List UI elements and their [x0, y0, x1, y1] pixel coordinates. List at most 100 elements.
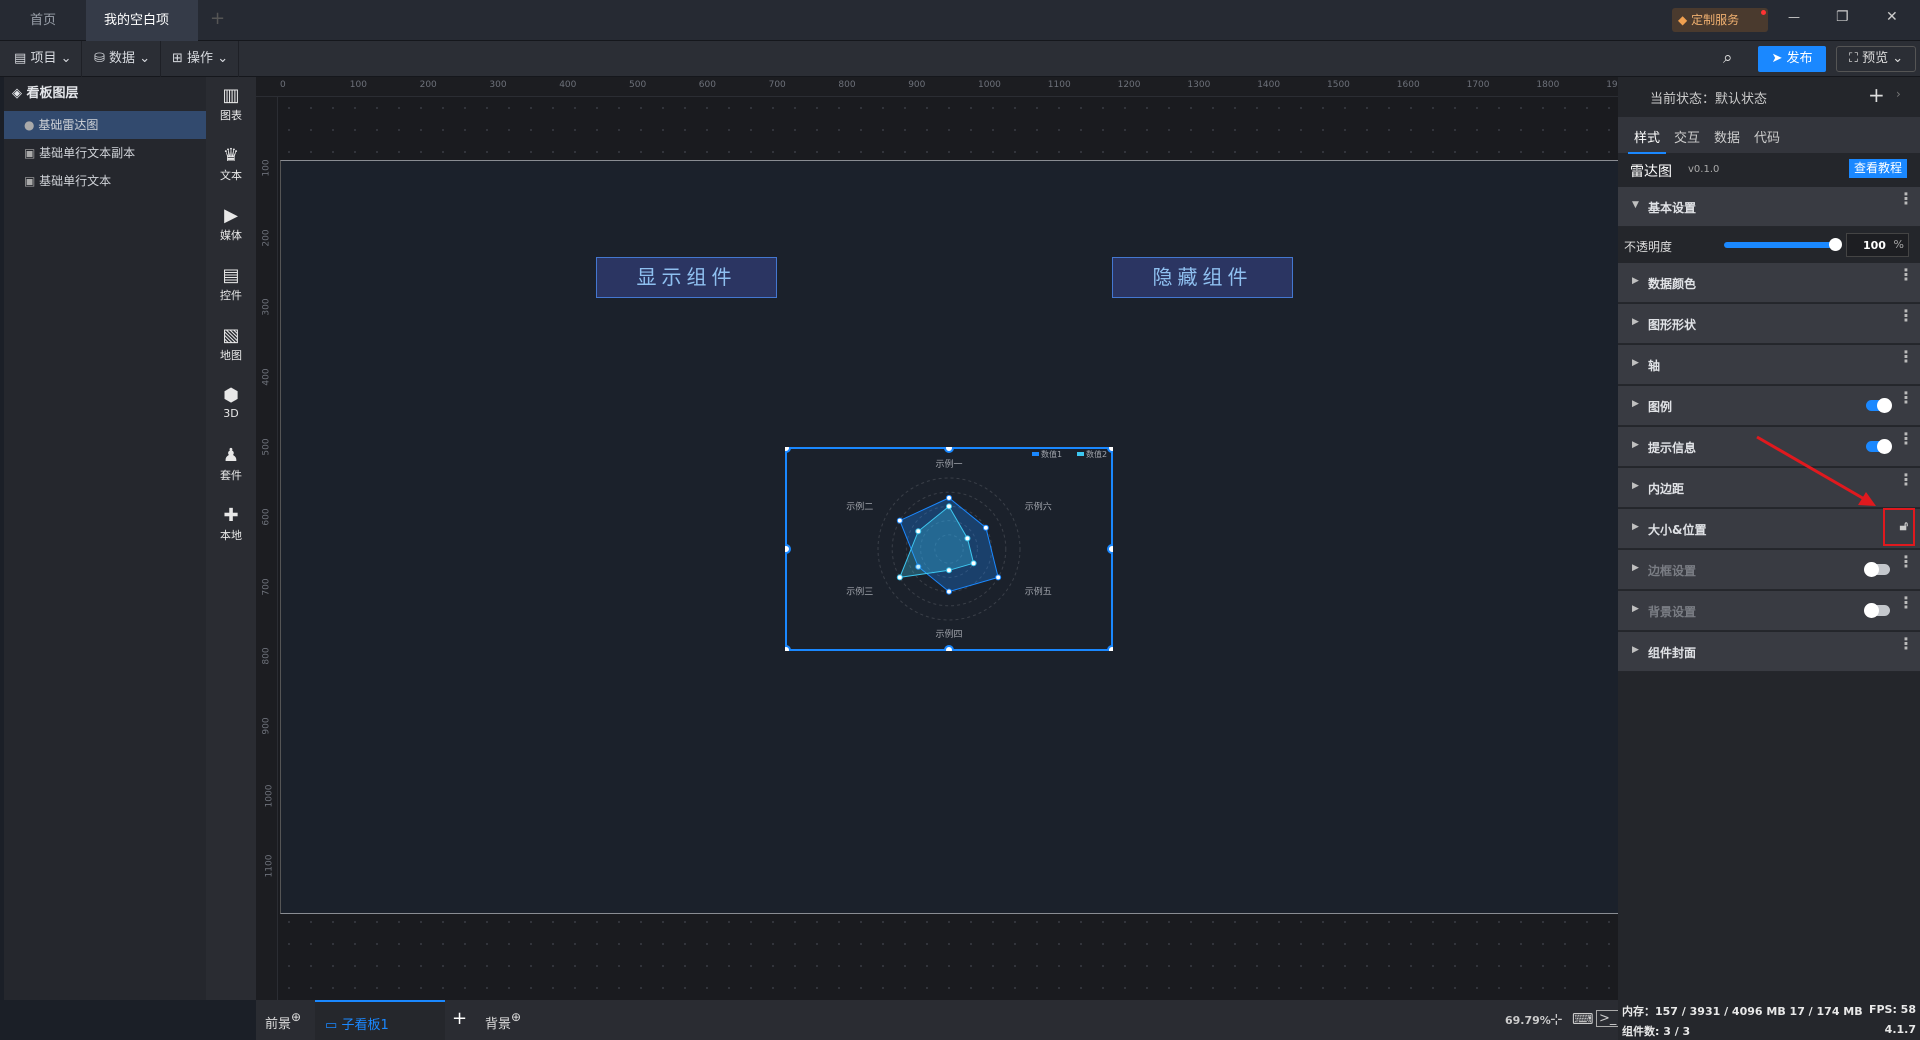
radar-data-point[interactable] — [995, 574, 1002, 581]
legend-label[interactable]: 数值1 — [1041, 449, 1062, 459]
more-icon[interactable]: ⋮ — [1898, 267, 1914, 283]
more-icon[interactable]: ⋮ — [1898, 431, 1914, 447]
resize-handle[interactable] — [785, 447, 791, 453]
component-category-2[interactable]: ▶ 媒体 — [206, 197, 256, 257]
component-category-5[interactable]: ⬢ 3D — [206, 377, 256, 437]
section-label: 提示信息 — [1648, 441, 1697, 455]
tab-project[interactable]: 我的空白项目X — [86, 0, 198, 69]
panel-tab[interactable]: 数据 — [1714, 127, 1740, 146]
layer-label: 基础雷达图 — [38, 118, 99, 132]
resize-handle[interactable] — [1107, 447, 1113, 453]
radar-data-point[interactable] — [964, 535, 971, 542]
chevron-right-icon[interactable]: › — [1896, 87, 1901, 101]
slider-handle[interactable] — [1829, 238, 1842, 251]
component-category-0[interactable]: ▥ 图表 — [206, 77, 256, 137]
add-board-button[interactable]: + — [452, 1008, 467, 1029]
add-background-icon[interactable]: ⊕ — [511, 1010, 521, 1024]
panel-tab[interactable]: 样式 — [1628, 127, 1667, 154]
resize-handle[interactable] — [944, 645, 954, 651]
section-row[interactable]: ▶ 轴 ⋮ — [1618, 345, 1920, 385]
layer-item[interactable]: ▣ 基础单行文本副本 — [4, 139, 206, 167]
panel-tab[interactable]: 代码 — [1754, 127, 1780, 146]
more-icon[interactable]: ⋮ — [1898, 636, 1914, 652]
component-category-4[interactable]: ▧ 地图 — [206, 317, 256, 377]
ruler-tick-label: 0 — [280, 80, 286, 90]
close-window-button[interactable]: ✕ — [1886, 9, 1898, 25]
component-category-3[interactable]: ▤ 控件 — [206, 257, 256, 317]
resize-handle[interactable] — [785, 544, 791, 554]
section-row[interactable]: ▶ 背景设置 ⋮ — [1618, 591, 1920, 631]
more-icon[interactable]: ⋮ — [1898, 390, 1914, 406]
layer-item[interactable]: ▣ 基础单行文本 — [4, 167, 206, 195]
resize-handle[interactable] — [1107, 645, 1113, 651]
section-row[interactable]: ▶ 大小&位置 🔓︎ — [1618, 509, 1920, 549]
subboard-tab[interactable]: ▭ 子看板1 — [315, 1000, 445, 1040]
radar-data-point[interactable] — [946, 567, 952, 574]
custom-service-button[interactable]: ◆ 定制服务 — [1672, 8, 1768, 32]
minimize-button[interactable]: — — [1788, 10, 1800, 24]
fit-screen-icon[interactable]: ⊹ — [1550, 1010, 1563, 1028]
component-category-7[interactable]: ✚ 本地 — [206, 497, 256, 557]
hide-component-button[interactable]: 隐藏组件 — [1112, 257, 1293, 298]
radar-data-point[interactable] — [946, 494, 952, 501]
radar-chart[interactable]: 示例一示例二示例三示例四 示例五 示例六 数值1 数值2 — [785, 447, 1113, 651]
radar-data-point[interactable] — [982, 524, 989, 531]
section-row[interactable]: ▶ 图形形状 ⋮ — [1618, 304, 1920, 344]
resize-handle[interactable] — [1107, 544, 1113, 554]
zoom-level[interactable]: 69.79% — [1505, 1014, 1551, 1027]
menu-operation[interactable]: ⊞ 操作 ⌄ — [162, 41, 240, 77]
panel-tab[interactable]: 交互 — [1674, 127, 1700, 146]
caret-down-icon: ▼ — [1632, 200, 1639, 210]
more-icon[interactable]: ⋮ — [1898, 472, 1914, 488]
caret-right-icon: ▶ — [1632, 604, 1639, 614]
section-row[interactable]: ▶ 提示信息 ⋮ — [1618, 427, 1920, 467]
background-tab[interactable]: 背景⊕ — [485, 1010, 521, 1032]
add-foreground-icon[interactable]: ⊕ — [291, 1010, 301, 1024]
legend-label[interactable]: 数值2 — [1086, 449, 1107, 459]
add-tab-button[interactable]: + — [210, 8, 225, 29]
lock-icon[interactable]: 🔓︎ — [1900, 519, 1908, 534]
tutorial-button[interactable]: 查看教程 — [1849, 159, 1907, 178]
foreground-tab[interactable]: 前景⊕ — [265, 1010, 301, 1032]
opacity-slider[interactable] — [1724, 238, 1842, 251]
menu-project[interactable]: ▤ 项目 ⌄ — [4, 41, 83, 77]
tab-home[interactable]: 首页 — [12, 0, 74, 41]
restore-button[interactable]: ❐ — [1836, 9, 1849, 25]
search-icon[interactable]: ⌕ — [1723, 48, 1733, 68]
menu-data[interactable]: ⛁ 数据 ⌄ — [84, 41, 162, 77]
section-row[interactable]: ▶ 边框设置 ⋮ — [1618, 550, 1920, 590]
more-icon[interactable]: ⋮ — [1898, 595, 1914, 611]
more-icon[interactable]: ⋮ — [1898, 349, 1914, 365]
section-row[interactable]: ▶ 数据颜色 ⋮ — [1618, 263, 1920, 303]
radar-data-point[interactable] — [946, 588, 952, 595]
publish-button[interactable]: ➤ 发布 — [1758, 46, 1826, 72]
send-icon: ➤ — [1771, 51, 1783, 66]
radar-data-point[interactable] — [915, 528, 922, 535]
resize-handle[interactable] — [944, 447, 954, 453]
radar-data-point[interactable] — [946, 503, 952, 510]
toggle-switch[interactable] — [1866, 398, 1892, 413]
section-row[interactable]: ▶ 组件封面 ⋮ — [1618, 632, 1920, 672]
more-icon[interactable]: ⋮ — [1898, 191, 1914, 207]
keyboard-icon[interactable]: ⌨ — [1572, 1010, 1594, 1028]
section-row[interactable]: ▶ 内边距 ⋮ — [1618, 468, 1920, 508]
more-icon[interactable]: ⋮ — [1898, 308, 1914, 324]
preview-button[interactable]: ⛶ 预览 ⌄ — [1836, 46, 1916, 72]
layer-item[interactable]: ● 基础雷达图 — [4, 111, 206, 139]
more-icon[interactable]: ⋮ — [1898, 554, 1914, 570]
radar-data-point[interactable] — [896, 574, 903, 581]
show-component-button[interactable]: 显示组件 — [596, 257, 777, 298]
component-category-6[interactable]: ♟ 套件 — [206, 437, 256, 497]
radar-data-point[interactable] — [970, 560, 977, 567]
opacity-input[interactable]: 100% — [1846, 233, 1909, 257]
toggle-switch[interactable] — [1864, 603, 1890, 618]
toggle-switch[interactable] — [1866, 439, 1892, 454]
radar-data-point[interactable] — [896, 517, 903, 524]
terminal-icon[interactable]: >_ — [1596, 1010, 1620, 1027]
section-row[interactable]: ▶ 图例 ⋮ — [1618, 386, 1920, 426]
component-category-1[interactable]: ♛ 文本 — [206, 137, 256, 197]
add-state-button[interactable]: + — [1868, 83, 1885, 107]
resize-handle[interactable] — [785, 645, 791, 651]
toggle-switch[interactable] — [1864, 562, 1890, 577]
section-basic[interactable]: ▼ 基本设置 ⋮ — [1618, 187, 1920, 227]
